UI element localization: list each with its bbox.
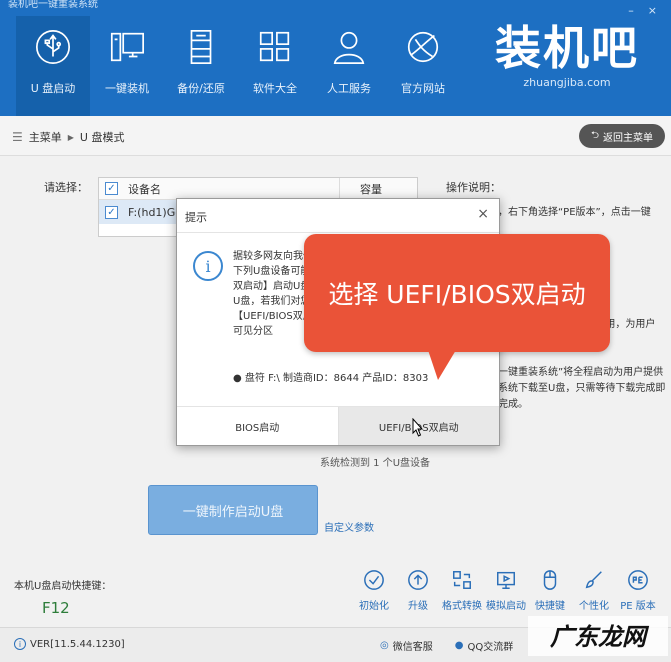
menu-icon: ☰ [12,130,23,144]
bios-boot-button[interactable]: BIOS启动 [177,407,338,445]
tool-label: PE 版本 [620,601,656,612]
help-title: 操作说明： [446,181,501,194]
status-links: ◎ 微信客服 ● QQ交流群 [380,638,513,653]
detected-devices-text: 系统检测到 1 个U盘设备 [320,458,431,469]
check-circle-icon [364,570,384,590]
mouse-icon [543,570,557,590]
tool-upgrade[interactable]: 升级 [396,569,440,612]
upgrade-icon [408,570,428,590]
dialog-title-bar: 提示 × [177,199,499,233]
usb-icon [35,29,71,65]
close-window-button[interactable]: × [648,4,657,17]
column-device-name: 设备名 [128,182,161,196]
tool-pe-version[interactable]: PE 版本 [616,569,660,612]
person-icon [333,31,365,65]
watermark-logo: 广东龙网 [528,616,668,656]
nav-software[interactable]: 软件大全 [238,16,312,116]
qq-icon: ● [454,640,464,651]
tool-label: 模拟启动 [486,601,526,612]
info-icon: i [14,638,26,650]
chevron-right-icon: ▶ [67,132,74,142]
dialog-title: 提示 [185,211,207,224]
tool-personalize[interactable]: 个性化 [572,569,616,612]
pc-icon [110,32,145,62]
toolbar: 初始化 升级 格式转换 模拟启动 快捷键 个性化 PE 版本 [352,569,660,612]
nav-label: 软件大全 [253,82,297,95]
brush-icon [585,571,602,589]
tool-label: 升级 [408,601,428,612]
nav-support[interactable]: 人工服务 [312,16,386,116]
brand: 装机吧 zhuangjiba.com [495,22,639,89]
hotkey-value: F12 [42,599,70,617]
mouse-cursor-icon [412,418,424,437]
help-line: 一键重装系统”将全程启动为用户提供 [498,367,664,378]
tool-label: 格式转换 [442,601,482,612]
nav-one-click-install[interactable]: 一键装机 [90,16,164,116]
window-controls: – × [628,4,657,17]
custom-params-link[interactable]: 自定义参数 [324,519,374,534]
breadcrumb: ☰ 主菜单 ▶ U 盘模式 [12,129,124,145]
breadcrumb-bar: ☰ 主菜单 ▶ U 盘模式 ⮌ 返回主菜单 [0,116,671,156]
dialog-buttons: BIOS启动 UEFI/BIOS双启动 [177,406,499,445]
disk-info: ● 盘符 F:\ 制造商ID：8644 产品ID：8303 [233,373,429,384]
svg-text:广东龙网: 广东龙网 [550,622,650,651]
breadcrumb-current: U 盘模式 [79,131,125,144]
help-line: 完成。 [498,399,528,410]
convert-icon [453,571,471,589]
tool-label: 快捷键 [535,601,565,612]
breadcrumb-root[interactable]: 主菜单 [29,129,62,145]
hotkey-label: 本机U盘启动快捷键： [14,581,112,592]
dialog-close-button[interactable]: × [477,206,489,222]
table-header: ✓ 设备名 容量 [99,178,417,200]
version-info: i VER[11.5.44.1230] [14,638,125,650]
help-line: 系统下载至U盘，只需等待下载完成即 [498,383,666,394]
pe-icon [628,570,648,590]
nav-label: 备份/还原 [177,82,225,95]
nav-label: 人工服务 [327,82,371,95]
tool-format-convert[interactable]: 格式转换 [440,569,484,612]
apps-grid-icon [259,31,290,62]
window-title: 装机吧一键重装系统 [8,0,98,10]
link-label: 微信客服 [392,642,433,653]
tool-label: 个性化 [579,601,609,612]
nav-label: 官方网站 [401,82,445,95]
column-capacity: 容量 [339,178,417,199]
back-arrow-icon: ⮌ [590,129,599,141]
minimize-button[interactable]: – [628,4,634,17]
header: 装机吧一键重装系统 – × U 盘启动 一键装机 备份/还原 软件大全 人工服务… [0,0,671,116]
tool-hotkey[interactable]: 快捷键 [528,569,572,612]
brand-url: zhuangjiba.com [523,76,611,89]
select-label: 请选择： [44,181,88,194]
help-line: ，右下角选择“PE版本”，点击一键 [498,207,651,218]
tool-label: 初始化 [359,601,389,612]
tool-initialize[interactable]: 初始化 [352,569,396,612]
callout-tail [428,350,456,380]
backup-icon [190,29,212,65]
select-all-checkbox[interactable]: ✓ [105,182,118,195]
simulate-icon [497,571,515,589]
qq-link[interactable]: ● QQ交流群 [455,638,513,653]
version-text: VER[11.5.44.1230] [30,638,125,650]
nav-label: 一键装机 [105,82,149,95]
wechat-link[interactable]: ◎ 微信客服 [380,638,433,653]
instruction-callout: 选择 UEFI/BIOS双启动 [304,234,610,352]
brand-logo: 装机吧 [495,21,639,75]
main-nav: U 盘启动 一键装机 备份/还原 软件大全 人工服务 官方网站 [16,16,460,116]
back-to-main-button[interactable]: ⮌ 返回主菜单 [579,124,665,148]
nav-website[interactable]: 官方网站 [386,16,460,116]
globe-icon [407,31,439,63]
make-boot-usb-button[interactable]: 一键制作启动U盘 [148,485,318,535]
tool-simulate-boot[interactable]: 模拟启动 [484,569,528,612]
nav-backup-restore[interactable]: 备份/还原 [164,16,238,116]
back-label: 返回主菜单 [603,132,653,144]
link-label: QQ交流群 [467,642,514,653]
nav-label: U 盘启动 [30,82,76,95]
nav-usb-boot[interactable]: U 盘启动 [16,16,90,116]
wechat-icon: ◎ [380,640,389,651]
app-window: 装机吧一键重装系统 – × U 盘启动 一键装机 备份/还原 软件大全 人工服务… [0,0,671,662]
info-icon: i [193,251,223,281]
row-checkbox[interactable]: ✓ [105,205,118,219]
